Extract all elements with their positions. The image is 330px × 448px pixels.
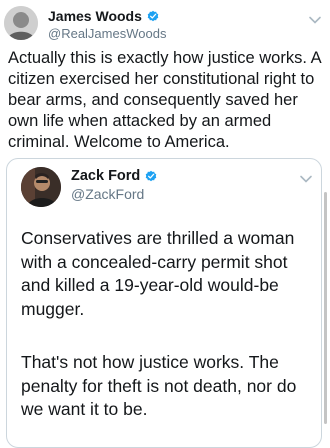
quoted-tweet-text: That's not how justice works. The penalt… xyxy=(21,352,297,419)
quoted-author-name[interactable]: Zack Ford xyxy=(71,168,140,184)
quoted-tweet[interactable]: Zack Ford @ZackFord Conservatives are th… xyxy=(6,158,322,448)
tweet-text: Actually this is exactly how justice wor… xyxy=(8,49,321,151)
chevron-down-icon[interactable] xyxy=(308,12,322,24)
quoted-tweet-text: Conservatives are thrilled a woman with … xyxy=(21,228,295,319)
author-name[interactable]: James Woods xyxy=(48,8,142,24)
verified-badge-icon xyxy=(144,169,158,183)
scrollbar[interactable] xyxy=(324,192,327,424)
tweet: James Woods @RealJamesWoods Actually thi… xyxy=(0,0,330,448)
quoted-author-avatar[interactable] xyxy=(21,167,61,207)
author-name-row: James Woods xyxy=(48,8,160,24)
author-avatar[interactable] xyxy=(4,6,38,40)
quoted-author-handle[interactable]: @ZackFord xyxy=(71,186,144,202)
verified-badge-icon xyxy=(146,9,160,23)
author-handle[interactable]: @RealJamesWoods xyxy=(48,26,166,41)
quoted-author-name-row: Zack Ford xyxy=(71,168,158,184)
chevron-down-icon[interactable] xyxy=(299,171,313,183)
